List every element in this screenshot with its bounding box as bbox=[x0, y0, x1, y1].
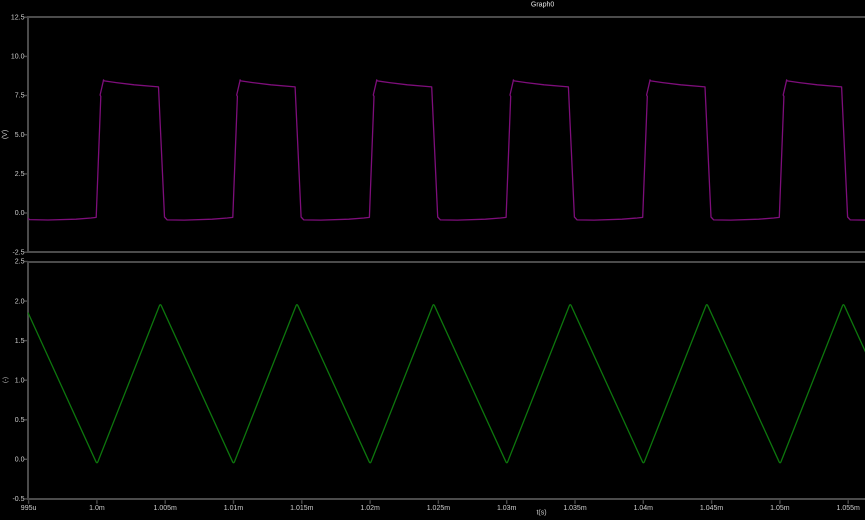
svg-text:2.5: 2.5 bbox=[15, 259, 25, 266]
svg-text:(-): (-) bbox=[3, 377, 9, 383]
svg-text:1.0m: 1.0m bbox=[89, 505, 105, 512]
svg-text:1.01m: 1.01m bbox=[224, 505, 244, 512]
svg-text:1.02m: 1.02m bbox=[360, 505, 380, 512]
svg-text:(V): (V) bbox=[2, 130, 9, 139]
svg-text:995u: 995u bbox=[21, 505, 37, 512]
svg-text:1.03m: 1.03m bbox=[497, 505, 517, 512]
svg-text:1.055m: 1.055m bbox=[837, 505, 861, 512]
svg-text:2.5: 2.5 bbox=[15, 171, 25, 178]
svg-text:1.045m: 1.045m bbox=[700, 505, 724, 512]
svg-text:1.5: 1.5 bbox=[15, 338, 25, 345]
svg-text:1.015m: 1.015m bbox=[290, 505, 314, 512]
svg-text:-0.5: -0.5 bbox=[12, 496, 24, 503]
svg-text:1.035m: 1.035m bbox=[563, 505, 587, 512]
svg-text:1.04m: 1.04m bbox=[634, 505, 654, 512]
svg-text:7.5: 7.5 bbox=[15, 93, 25, 100]
svg-text:0.0: 0.0 bbox=[15, 457, 25, 464]
svg-text:5.0: 5.0 bbox=[15, 132, 25, 139]
svg-text:1.05m: 1.05m bbox=[770, 505, 790, 512]
svg-text:1.005m: 1.005m bbox=[154, 505, 178, 512]
svg-text:t(s): t(s) bbox=[536, 510, 546, 517]
svg-text:Graph0: Graph0 bbox=[531, 2, 554, 9]
svg-text:10.0: 10.0 bbox=[11, 54, 25, 61]
svg-text:1.025m: 1.025m bbox=[427, 505, 451, 512]
svg-text:0.0: 0.0 bbox=[15, 210, 25, 217]
svg-text:0.5: 0.5 bbox=[15, 417, 25, 424]
svg-text:-2.5: -2.5 bbox=[12, 249, 24, 256]
svg-text:2.0: 2.0 bbox=[15, 298, 25, 305]
svg-text:12.5: 12.5 bbox=[11, 14, 25, 21]
svg-text:1.0: 1.0 bbox=[15, 377, 25, 384]
